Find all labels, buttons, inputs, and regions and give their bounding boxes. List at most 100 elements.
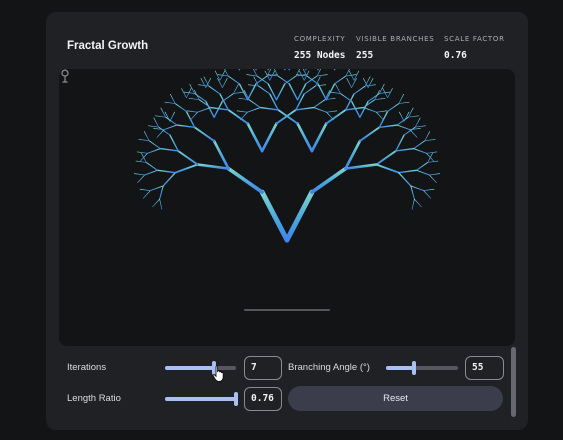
tree-branch: [310, 166, 348, 194]
tree-branch: [140, 152, 148, 162]
tree-branch: [200, 78, 207, 88]
branching-angle-input[interactable]: 55: [465, 356, 504, 380]
tree-branch: [159, 147, 179, 152]
tree-branch: [194, 90, 200, 101]
iterations-slider-fill: [165, 366, 214, 370]
iterations-input[interactable]: 7: [244, 356, 282, 380]
tree-branch: [375, 163, 400, 174]
tree-branch: [375, 150, 397, 166]
tree-branch: [317, 83, 327, 101]
tree-branch: [156, 169, 177, 174]
tree-branch: [153, 128, 165, 131]
tree-branch: [142, 190, 151, 199]
tree-branch: [353, 85, 366, 95]
tree-branch: [138, 139, 150, 142]
tree-branch: [181, 88, 187, 99]
length-ratio-slider[interactable]: [165, 392, 238, 406]
tree-branch: [226, 166, 264, 194]
tree-branch: [144, 169, 158, 176]
branching-angle-slider-fill: [386, 366, 415, 370]
stat-complexity: COMPLEXITY 255 Nodes: [294, 35, 345, 61]
tree-branch: [364, 76, 371, 87]
tree-branch: [414, 125, 426, 128]
tree-branch: [424, 139, 436, 142]
tree-branch: [403, 111, 410, 122]
tree-branch: [426, 151, 438, 154]
tree-branch: [288, 83, 299, 101]
tree-branch: [358, 126, 381, 142]
tree-branch: [335, 83, 341, 94]
tree-branch: [414, 198, 422, 208]
length-ratio-input[interactable]: 0.76: [244, 387, 282, 411]
scrollbar-thumb[interactable]: [511, 347, 516, 417]
fractal-canvas: [59, 69, 515, 346]
tree-branch: [427, 160, 439, 163]
tree-branch: [339, 92, 353, 102]
iterations-label: Iterations: [67, 362, 107, 373]
tree-branch: [329, 91, 341, 94]
tree-branch: [247, 84, 259, 87]
tree-branch: [139, 188, 151, 191]
length-ratio-slider-fill: [165, 397, 236, 401]
tree-branch: [363, 107, 377, 113]
tree-branch: [169, 111, 176, 122]
tree-branch: [376, 111, 384, 121]
tree-branch: [429, 173, 441, 176]
tree-branch: [212, 139, 230, 170]
length-ratio-slider-thumb[interactable]: [233, 392, 238, 406]
tree-branch: [238, 69, 240, 71]
tree-branch: [416, 161, 429, 171]
tree-branch: [159, 198, 163, 210]
tree-branch: [387, 88, 393, 99]
tree-branch: [317, 69, 319, 71]
tree-branch: [410, 185, 415, 200]
tree-branch: [174, 163, 199, 174]
tree-branch: [305, 69, 307, 71]
tree-branch: [376, 110, 388, 113]
tree-branch: [137, 174, 145, 183]
tree-branch: [133, 173, 145, 176]
tree-branch: [255, 69, 257, 71]
reset-button[interactable]: Reset: [288, 386, 503, 411]
tree-branch: [374, 97, 386, 101]
tree-branch: [397, 169, 418, 174]
tree-branch: [148, 125, 160, 128]
tree-branch: [149, 185, 164, 192]
tree-branch: [188, 97, 200, 101]
tree-branch: [239, 69, 241, 71]
tree-branch: [414, 117, 421, 128]
tree-branch: [203, 76, 210, 87]
tree-branch: [240, 111, 248, 121]
tree-branch: [246, 107, 261, 113]
tree-branch: [189, 83, 195, 94]
branching-angle-slider-thumb[interactable]: [412, 361, 417, 375]
tree-branch: [146, 148, 161, 154]
stat-complexity-value: 255 Nodes: [294, 50, 346, 61]
branching-angle-slider[interactable]: [386, 361, 458, 375]
stat-scale-factor: SCALE FACTOR 0.76: [444, 35, 505, 61]
tree-branch: [306, 75, 319, 85]
app-title: Fractal Growth: [67, 40, 149, 52]
tree-branch: [398, 111, 405, 122]
tree-branch: [395, 134, 405, 152]
tree-branch: [163, 124, 178, 131]
tree-branch: [255, 75, 268, 85]
tree-branch: [152, 198, 160, 208]
tree-branch: [260, 122, 278, 153]
tree-branch: [275, 83, 286, 101]
tree-branch: [413, 148, 428, 154]
tree-branch: [259, 189, 290, 243]
tree-branch: [221, 92, 235, 102]
tree-branch: [170, 93, 176, 104]
tree-branch: [259, 106, 279, 111]
tree-branch: [396, 124, 411, 131]
tree-branch: [310, 122, 328, 153]
tree-branch: [398, 101, 410, 104]
tree-branch: [409, 129, 418, 138]
tree-branch: [429, 174, 437, 183]
tree-branch: [344, 163, 378, 170]
tree-branch: [233, 83, 239, 94]
tree-branch: [196, 163, 230, 170]
tree-branch: [141, 152, 147, 163]
tree-branch: [295, 106, 315, 111]
